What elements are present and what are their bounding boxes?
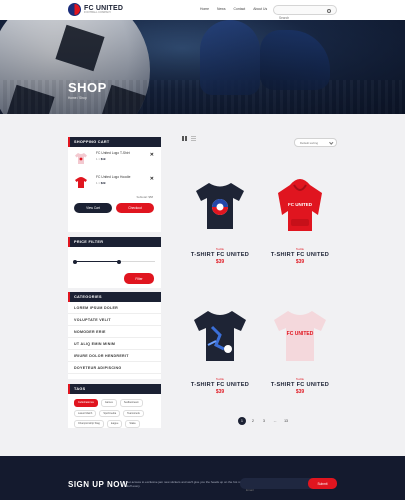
tshirt-icon: [196, 183, 244, 229]
hoodie-icon: FC UNITED: [278, 179, 322, 231]
product-card[interactable]: FC UNITED Textile T-SHIRT FC UNITED $39: [260, 165, 340, 265]
product-name[interactable]: T-SHIRT FC UNITED: [260, 252, 340, 258]
cart-item: FC United Logo T-Shirt 1 × $19 ✕: [68, 147, 161, 171]
submit-button[interactable]: Submit: [308, 478, 337, 489]
page-link-last[interactable]: 13: [282, 417, 290, 425]
product-price: $39: [215, 389, 225, 395]
tag-link[interactable]: Teamsirenk: [123, 409, 144, 418]
checkout-button[interactable]: Checkout: [116, 203, 154, 213]
logo-subtitle: FOOTBALL COMPANY: [84, 10, 112, 14]
tag-link[interactable]: Latest Match: [74, 409, 97, 418]
site-logo[interactable]: FC UNITED FOOTBALL COMPANY: [68, 3, 123, 16]
search-icon[interactable]: [327, 9, 331, 13]
cart-item-name[interactable]: FC United Logo Hoodie: [96, 175, 130, 179]
svg-text:FC UNITED: FC UNITED: [288, 202, 313, 207]
nav-news[interactable]: News: [217, 7, 225, 11]
category-link[interactable]: LOREM IPSUM DOLER: [68, 302, 161, 314]
tag-link[interactable]: Games: [100, 399, 117, 407]
list-view-icon[interactable]: [191, 136, 196, 141]
price-filter-heading: PRICE FILTER: [68, 237, 161, 247]
product-name[interactable]: T-SHIRT FC UNITED: [180, 382, 260, 388]
page-link[interactable]: 3: [260, 417, 268, 425]
club-crest-icon: [68, 3, 81, 16]
filter-button[interactable]: Filter: [124, 273, 154, 284]
tag-link[interactable]: Sportmedia: [99, 409, 121, 418]
nav-home[interactable]: Home: [200, 7, 209, 11]
tag-link[interactable]: Cellebrationss: [74, 399, 98, 407]
top-navbar: FC UNITED FOOTBALL COMPANY Home News Con…: [0, 0, 405, 23]
tshirt-icon: FC UNITED: [274, 311, 326, 361]
price-slider-fill: [75, 261, 119, 262]
remove-item-icon[interactable]: ✕: [150, 176, 154, 182]
product-card[interactable]: Textile T-SHIRT FC UNITED $39: [180, 295, 260, 395]
remove-item-icon[interactable]: ✕: [150, 152, 154, 158]
category-link[interactable]: VOLUPTATE VELIT: [68, 314, 161, 326]
product-card[interactable]: FC UNITED Textile T-SHIRT FC UNITED $39: [260, 295, 340, 395]
newsletter-text: Get access to exclusive jam new stickers…: [126, 480, 244, 489]
tags-widget: TAGS Cellebrationss Games Sedbestream La…: [68, 384, 161, 428]
tag-link[interactable]: league: [106, 420, 123, 428]
page-link-current[interactable]: 1: [238, 417, 246, 425]
tag-link[interactable]: Championship Stag: [74, 420, 104, 428]
category-link[interactable]: DOYETEUR ADIPISCING: [68, 362, 161, 374]
newsletter-footer: SIGN UP NOW Get access to exclusive jam …: [0, 456, 405, 500]
cart-item-price: $19: [100, 157, 106, 161]
sort-dropdown[interactable]: Default sorting: [294, 138, 337, 147]
sort-label: Default sorting: [300, 140, 319, 145]
product-price: $39: [295, 389, 305, 395]
shopping-cart-widget: SHOPPING CART FC United Logo T-Shirt 1 ×…: [68, 137, 161, 232]
cart-heading: SHOPPING CART: [68, 137, 161, 147]
pagination: 1 2 3 ... 13: [238, 417, 290, 425]
product-price: $39: [215, 259, 225, 265]
product-category[interactable]: Textile: [260, 247, 340, 251]
product-image[interactable]: FC UNITED: [260, 295, 340, 375]
category-link[interactable]: IRIURE DOLOR HENDRERIT: [68, 350, 161, 362]
tshirt-thumbnail[interactable]: [74, 151, 88, 165]
grid-view-icon[interactable]: [182, 136, 187, 141]
nav-contact[interactable]: Contact: [234, 7, 246, 11]
cart-item-qty: 1 ×: [96, 181, 100, 185]
product-price: $39: [295, 259, 305, 265]
email-field[interactable]: [240, 484, 300, 496]
slider-max-handle[interactable]: [117, 259, 121, 264]
tshirt-icon: [194, 311, 246, 361]
categories-heading: CATEGORIES: [68, 292, 161, 302]
hoodie-thumbnail[interactable]: [74, 175, 88, 189]
categories-widget: CATEGORIES LOREM IPSUM DOLER VOLUPTATE V…: [68, 292, 161, 379]
product-category[interactable]: Textile: [260, 377, 340, 381]
svg-text:FC UNITED: FC UNITED: [287, 331, 314, 337]
tag-link[interactable]: Stake: [125, 420, 140, 428]
chevron-down-icon: [328, 140, 333, 145]
product-category[interactable]: Textile: [180, 247, 260, 251]
slider-min-handle[interactable]: [73, 259, 77, 264]
product-image[interactable]: [180, 165, 260, 245]
cart-item-qty: 1 ×: [96, 157, 100, 161]
page-ellipsis: ...: [273, 419, 277, 423]
nav-about[interactable]: About Us: [253, 7, 267, 11]
newsletter-title: SIGN UP NOW: [68, 480, 129, 489]
category-link[interactable]: UT ALIQ EMIN MINIM: [68, 338, 161, 350]
product-image[interactable]: FC UNITED: [260, 165, 340, 245]
product-category[interactable]: Textile: [180, 377, 260, 381]
category-link[interactable]: NOMODER ERIE: [68, 326, 161, 338]
price-slider[interactable]: [73, 259, 155, 264]
product-name[interactable]: T-SHIRT FC UNITED: [180, 252, 260, 258]
view-cart-button[interactable]: View Cart: [74, 203, 112, 213]
view-toggle: [182, 136, 196, 141]
cart-item-price: $39: [100, 181, 106, 185]
product-image[interactable]: [180, 295, 260, 375]
tag-link[interactable]: Sedbestream: [119, 399, 143, 407]
page-title: SHOP: [68, 80, 107, 95]
cart-item: FC United Logo Hoodie 1 × $39 ✕: [68, 171, 161, 195]
tags-heading: TAGS: [68, 384, 161, 394]
hero-banner: SHOP Home / Shop: [0, 20, 405, 114]
price-filter-widget: PRICE FILTER Filter: [68, 237, 161, 288]
main-nav: Home News Contact About Us: [200, 7, 267, 11]
product-card[interactable]: Textile T-SHIRT FC UNITED $39: [180, 165, 260, 265]
breadcrumb[interactable]: Home / Shop: [68, 96, 87, 100]
search-box: [273, 5, 337, 23]
product-name[interactable]: T-SHIRT FC UNITED: [260, 382, 340, 388]
page-link[interactable]: 2: [249, 417, 257, 425]
cart-item-name[interactable]: FC United Logo T-Shirt: [96, 151, 130, 155]
